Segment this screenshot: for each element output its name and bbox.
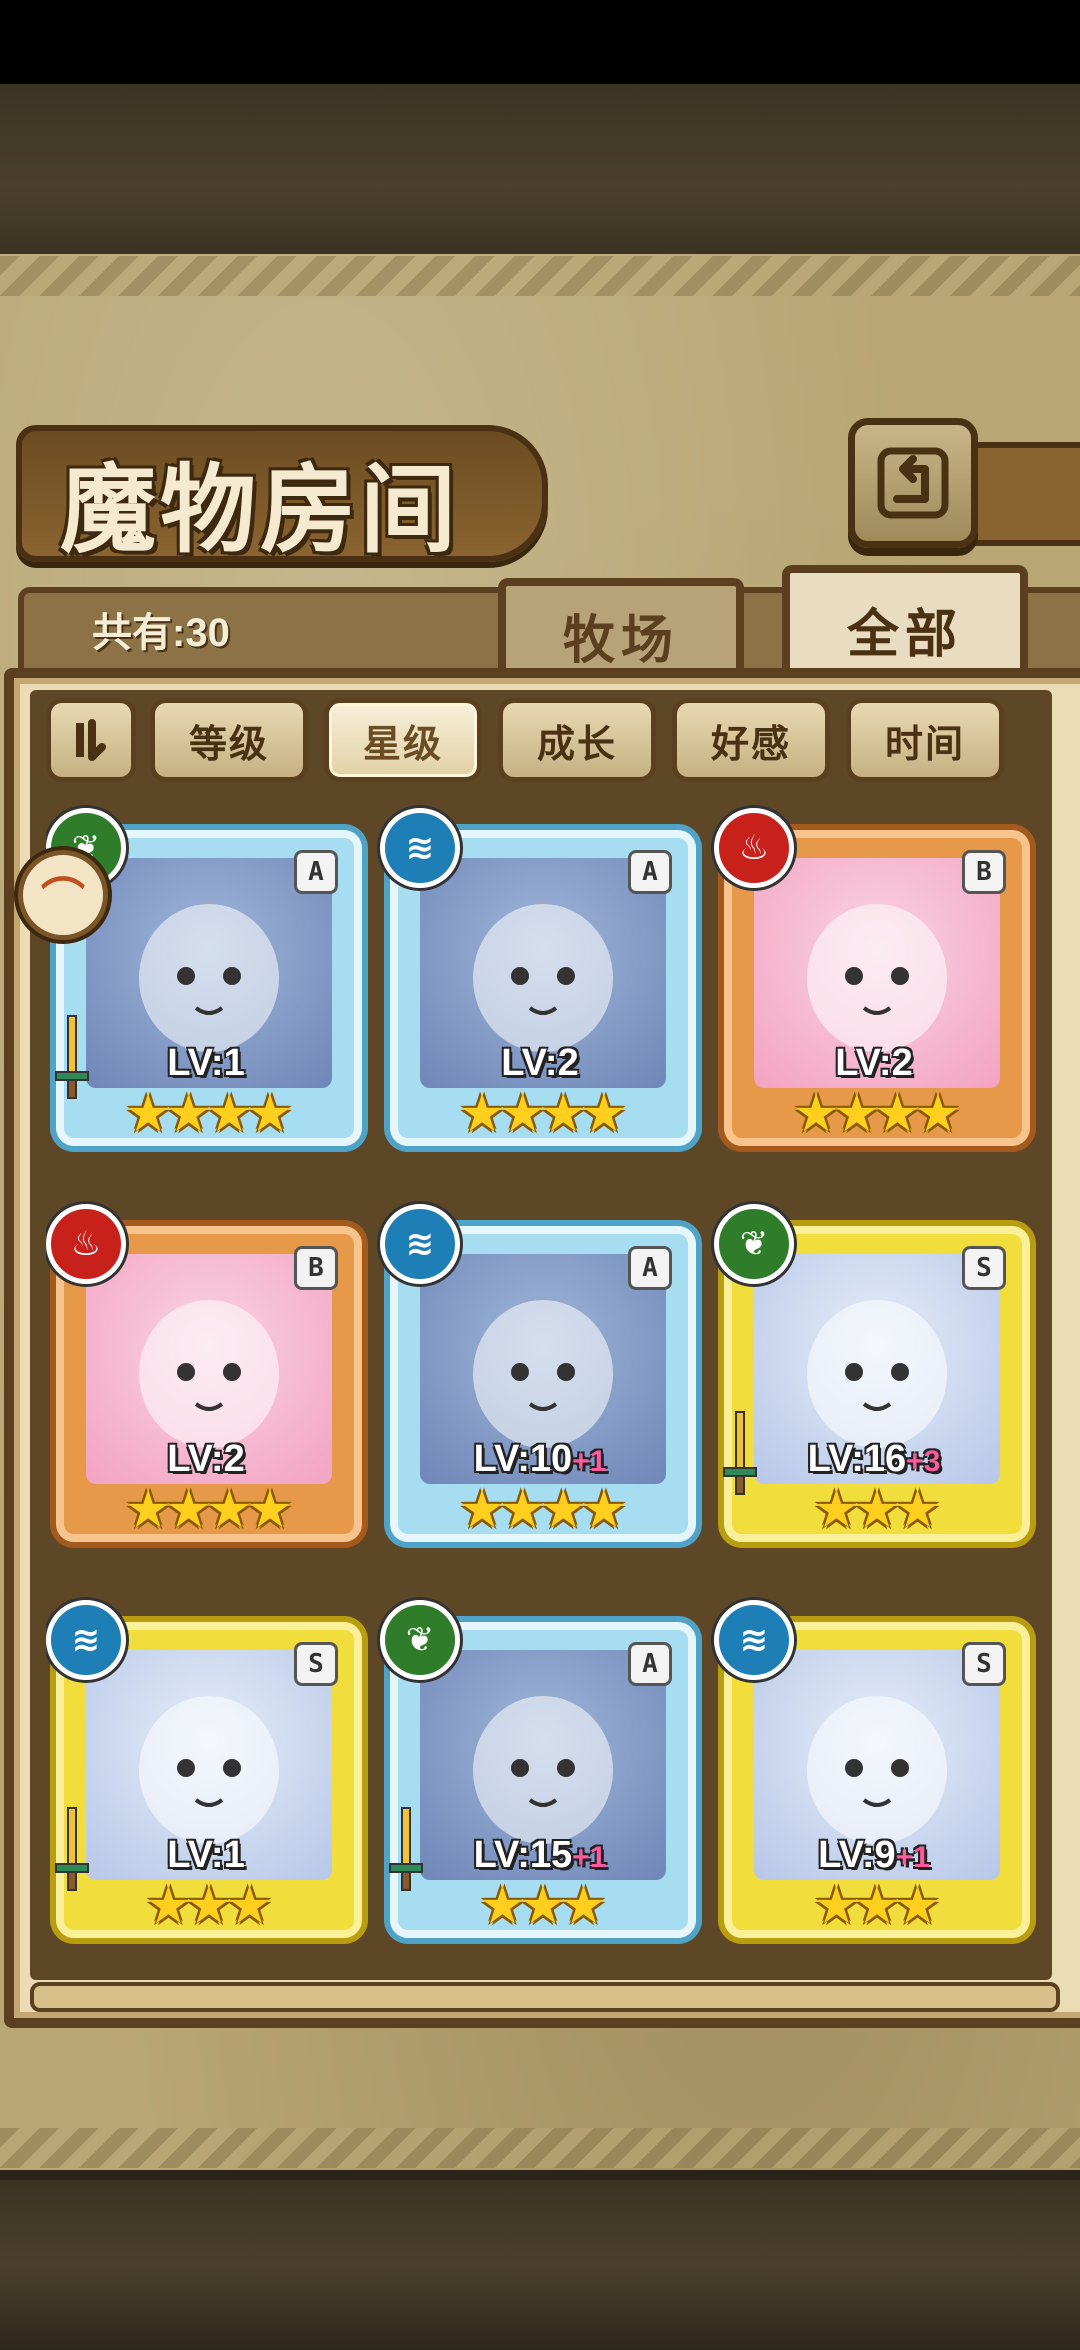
water-element-icon: ≋ (380, 808, 460, 888)
rank-badge: A (628, 1642, 672, 1686)
monster-card[interactable]: B ♨ LV:2 ★★★★ (714, 780, 1034, 1160)
monster-card[interactable]: S ≋ LV:1 ★★★ (46, 1572, 366, 1952)
monster-count: 共有:30 (92, 611, 230, 655)
monster-card[interactable]: A ❦ LV:15+1 ★★★ (380, 1572, 700, 1952)
star-rating: ★★★★ (124, 1084, 293, 1144)
star-rating: ★★★★ (124, 1480, 293, 1540)
torn-edge-top (0, 256, 1080, 296)
monster-level: LV:2 (835, 1042, 913, 1084)
rank-badge: S (962, 1246, 1006, 1290)
monster-level: LV:9+1 (818, 1834, 930, 1876)
star-rating: ★★★ (813, 1876, 941, 1936)
status-bar (0, 0, 1080, 84)
tab-all[interactable]: 全部 (782, 565, 1028, 685)
monster-level: LV:1 (167, 1042, 245, 1084)
page-title: 魔物房间 (60, 454, 460, 566)
filter-level-button[interactable]: 等级 (150, 698, 308, 782)
water-element-icon: ≋ (380, 1204, 460, 1284)
star-rating: ★★★★ (458, 1084, 627, 1144)
map-background-bottom (0, 2170, 1080, 2350)
monster-level: LV:10+1 (473, 1438, 607, 1480)
wood-element-icon: ❦ (380, 1600, 460, 1680)
return-arrow-icon (877, 447, 949, 519)
lock-toggle-icon[interactable]: ⌒ (18, 850, 108, 940)
level-bonus: +1 (895, 1841, 930, 1874)
star-rating: ★★★ (145, 1876, 273, 1936)
rank-badge: S (962, 1642, 1006, 1686)
rank-badge: B (962, 850, 1006, 894)
rank-badge: A (628, 850, 672, 894)
wood-element-icon: ❦ (714, 1204, 794, 1284)
monster-level: LV:16+3 (807, 1438, 941, 1480)
rank-badge: B (294, 1246, 338, 1290)
level-bonus: +3 (906, 1445, 941, 1478)
monster-level: LV:2 (167, 1438, 245, 1480)
torn-edge-bottom (0, 2128, 1080, 2168)
rank-badge: S (294, 1642, 338, 1686)
sort-filter-row: 等级 星级 成长 好感 时间 (46, 698, 1046, 782)
monster-card[interactable]: S ❦ LV:16+3 ★★★ (714, 1176, 1034, 1556)
monster-card[interactable]: A ❦ LV:1 ★★★★ (46, 780, 366, 1160)
grid-scrollbar[interactable] (30, 1982, 1060, 2012)
level-bonus: +1 (572, 1445, 607, 1478)
monster-card[interactable]: S ≋ LV:9+1 ★★★ (714, 1572, 1034, 1952)
sort-order-toggle[interactable] (46, 698, 136, 782)
fire-element-icon: ♨ (46, 1204, 126, 1284)
star-rating: ★★★ (479, 1876, 607, 1936)
level-bonus: +1 (572, 1841, 607, 1874)
sort-toggle-icon (76, 719, 106, 761)
filter-affection-button[interactable]: 好感 (672, 698, 830, 782)
filter-time-button[interactable]: 时间 (846, 698, 1004, 782)
water-element-icon: ≋ (714, 1600, 794, 1680)
star-rating: ★★★★ (458, 1480, 627, 1540)
monster-card[interactable]: B ♨ LV:2 ★★★★ (46, 1176, 366, 1556)
star-rating: ★★★★ (792, 1084, 961, 1144)
monster-level: LV:2 (501, 1042, 579, 1084)
monster-card[interactable]: A ≋ LV:2 ★★★★ (380, 780, 700, 1160)
rank-badge: A (628, 1246, 672, 1290)
star-rating: ★★★ (813, 1480, 941, 1540)
rank-badge: A (294, 850, 338, 894)
back-button-bar (960, 442, 1080, 546)
monster-grid: A ❦ LV:1 ★★★★ A ≋ LV:2 ★★★★ B ♨ LV:2 ★★★★ B ♨ LV:2… (46, 780, 1046, 1980)
water-element-icon: ≋ (46, 1600, 126, 1680)
filter-growth-button[interactable]: 成长 (498, 698, 656, 782)
map-background-top (0, 84, 1080, 264)
monster-card[interactable]: A ≋ LV:10+1 ★★★★ (380, 1176, 700, 1556)
back-button[interactable] (848, 418, 978, 548)
fire-element-icon: ♨ (714, 808, 794, 888)
monster-level: LV:15+1 (473, 1834, 607, 1876)
filter-star-button[interactable]: 星级 (324, 698, 482, 782)
monster-level: LV:1 (167, 1834, 245, 1876)
